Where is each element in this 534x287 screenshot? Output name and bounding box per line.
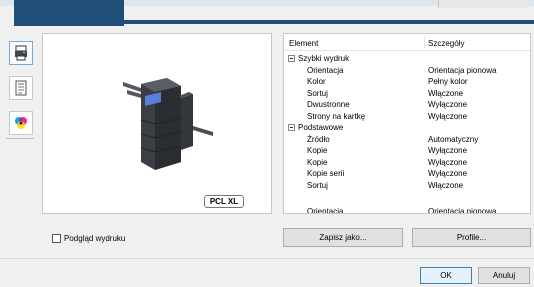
- active-header-tab[interactable]: [14, 0, 124, 26]
- document-icon: [15, 80, 27, 96]
- setting-name: Orientacja: [307, 207, 344, 214]
- profiles-button[interactable]: Profile...: [412, 228, 531, 247]
- setting-value: Wyłączone: [428, 100, 468, 109]
- group-label: Podstawowe: [298, 123, 344, 132]
- table-row[interactable]: Sortuj Włączone: [284, 88, 530, 100]
- printer-settings-icon: [15, 45, 27, 61]
- table-row[interactable]: Kolor Pełny kolor: [284, 76, 530, 88]
- setting-name: Strony na kartkę: [307, 111, 366, 121]
- side-separator: [6, 138, 34, 139]
- setting-value: Pełny kolor: [428, 77, 468, 86]
- group-row-szybki-wydruk[interactable]: Szybki wydruk: [284, 53, 530, 65]
- color-icon[interactable]: [9, 111, 33, 135]
- setting-name: Kopie: [307, 146, 328, 155]
- document-icon[interactable]: [9, 76, 33, 100]
- header-scroll-stub: [438, 0, 527, 8]
- table-row[interactable]: Dwustronne Wyłączone: [284, 99, 530, 111]
- printer-settings-icon[interactable]: [9, 41, 33, 65]
- group-label: Szybki wydruk: [298, 54, 350, 63]
- setting-value: Orientacja pionowa: [428, 65, 497, 75]
- setting-value: Orientacja pionowa: [428, 207, 497, 214]
- setting-value: Wyłączone: [428, 146, 468, 155]
- table-row[interactable]: Kopie serii Wyłączone: [284, 168, 530, 180]
- table-row[interactable]: Źródło Automatyczny: [284, 134, 530, 146]
- print-preview-checkbox[interactable]: [52, 234, 61, 243]
- header-accent-line: [124, 20, 534, 24]
- footer-divider: [0, 258, 534, 259]
- setting-name: Orientacja: [307, 65, 344, 75]
- pdl-badge: PCL XL: [204, 195, 244, 208]
- setting-name: Sortuj: [307, 88, 328, 98]
- column-header-details[interactable]: Szczegóły: [428, 37, 464, 50]
- group-row-podstawowe[interactable]: Podstawowe: [284, 122, 530, 134]
- table-row[interactable]: Orientacja Orientacja pionowa: [284, 206, 530, 214]
- settings-table[interactable]: Element Szczegóły Szybki wydruk Orientac…: [283, 33, 531, 214]
- table-row[interactable]: Orientacja Orientacja pionowa: [284, 65, 530, 77]
- setting-name: Dwustronne: [307, 100, 350, 109]
- printer-preview: [42, 33, 272, 214]
- table-row[interactable]: Kopie Wyłączone: [284, 157, 530, 169]
- column-header-element[interactable]: Element: [289, 37, 318, 50]
- setting-name: Sortuj: [307, 180, 328, 190]
- setting-name: Źródło: [307, 134, 330, 144]
- collapse-toggle-icon[interactable]: [288, 124, 295, 131]
- header-divider: [284, 50, 530, 51]
- setting-value: Wyłączone: [428, 157, 468, 167]
- setting-value: Włączone: [428, 180, 464, 190]
- setting-value: Włączone: [428, 88, 464, 98]
- setting-value: Automatyczny: [428, 134, 479, 144]
- column-divider: [424, 37, 425, 49]
- print-preview-label[interactable]: Podgląd wydruku: [64, 233, 125, 244]
- table-row[interactable]: Sortuj Włączone: [284, 180, 530, 192]
- ok-button[interactable]: OK: [420, 267, 472, 284]
- setting-name: Kolor: [307, 77, 326, 86]
- save-as-button[interactable]: Zapisz jako...: [283, 228, 403, 247]
- setting-value: Wyłączone: [428, 169, 468, 178]
- color-icon: [15, 117, 27, 129]
- cancel-button[interactable]: Anuluj: [478, 267, 530, 284]
- collapse-toggle-icon[interactable]: [288, 55, 295, 62]
- setting-name: Kopie: [307, 157, 328, 167]
- setting-name: Kopie serii: [307, 169, 345, 178]
- table-row[interactable]: Kopie Wyłączone: [284, 145, 530, 157]
- setting-value: Wyłączone: [428, 111, 468, 121]
- printer-illustration: [123, 78, 213, 170]
- table-row[interactable]: Strony na kartkę Wyłączone: [284, 111, 530, 123]
